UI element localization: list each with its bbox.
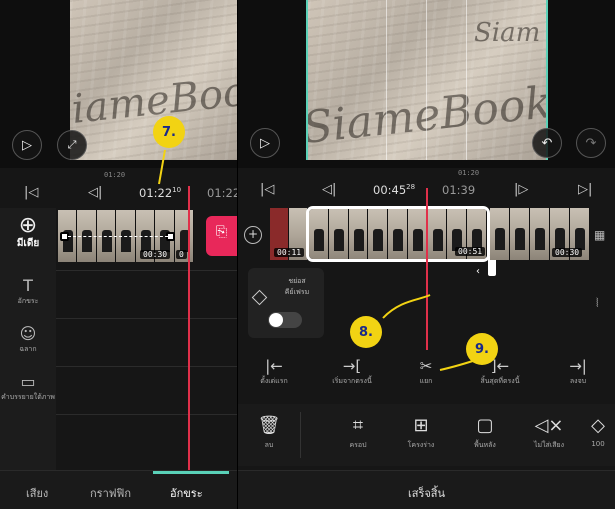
annotation-step-9: 9. [466,333,498,365]
annotation-step-7: 7. [153,116,185,148]
annotation-lines [158,149,483,371]
annotation-step-8: 8. [350,316,382,348]
